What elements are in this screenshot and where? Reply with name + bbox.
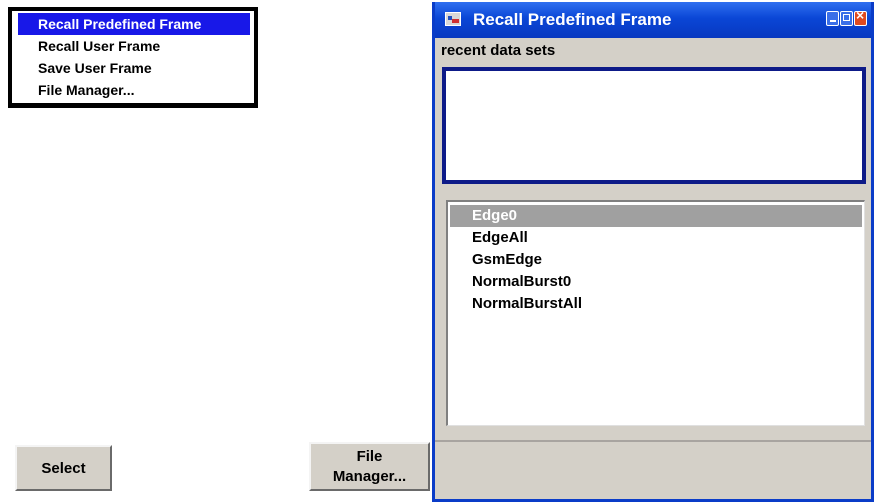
app-icon (445, 12, 461, 26)
dialog-client-area: recent data sets Edge0 EdgeAll GsmEdge N… (435, 38, 871, 499)
predefined-frames-list[interactable]: Edge0 EdgeAll GsmEdge NormalBurst0 Norma… (446, 200, 865, 426)
list-item[interactable]: EdgeAll (448, 227, 864, 249)
button-bar-divider (435, 440, 871, 442)
select-button[interactable]: Select (15, 445, 112, 491)
window-title: Recall Predefined Frame (473, 10, 672, 29)
menu-item-recall-user-frame[interactable]: Recall User Frame (18, 35, 254, 57)
list-item[interactable]: NormalBurstAll (448, 293, 864, 315)
close-icon[interactable] (854, 7, 867, 26)
menu-item-save-user-frame[interactable]: Save User Frame (18, 57, 254, 79)
menu-item-file-manager[interactable]: File Manager... (18, 79, 254, 101)
file-manager-button[interactable]: File Manager... (309, 442, 430, 491)
menu-item-recall-predefined-frame[interactable]: Recall Predefined Frame (18, 13, 250, 35)
context-menu: Recall Predefined Frame Recall User Fram… (8, 7, 258, 108)
minimize-icon[interactable] (826, 11, 839, 26)
recall-predefined-frame-dialog: Recall Predefined Frame recent data sets… (432, 2, 874, 502)
title-bar[interactable]: Recall Predefined Frame (435, 2, 871, 38)
list-item[interactable]: GsmEdge (448, 249, 864, 271)
context-menu-body: Recall Predefined Frame Recall User Fram… (12, 11, 254, 103)
recent-data-sets-list[interactable] (442, 67, 866, 184)
list-item[interactable]: Edge0 (450, 205, 862, 227)
list-item[interactable]: NormalBurst0 (448, 271, 864, 293)
maximize-icon[interactable] (840, 11, 853, 26)
recent-data-sets-label: recent data sets (441, 42, 556, 59)
